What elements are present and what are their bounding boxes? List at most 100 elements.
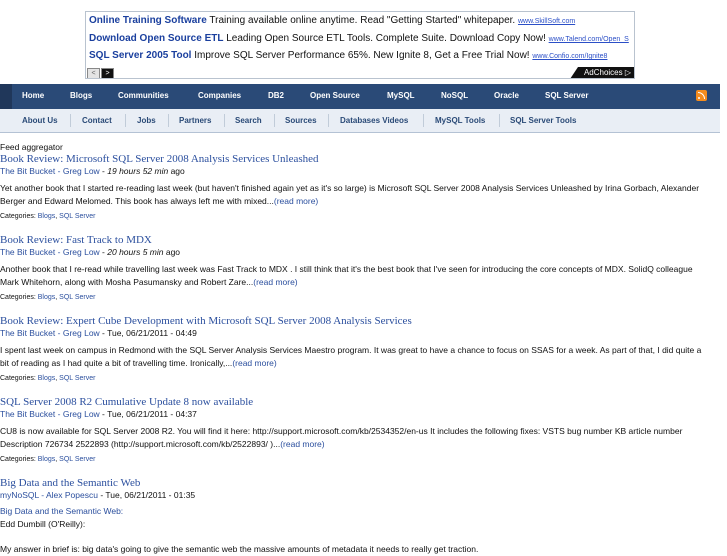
nav-separator (125, 114, 126, 127)
category-link[interactable]: SQL Server (59, 456, 95, 463)
nav-partners[interactable]: Partners (179, 109, 211, 132)
ad-pager: < > (87, 67, 115, 78)
feed-item: SQL Server 2008 R2 Cumulative Update 8 n… (0, 395, 720, 465)
ad-text: Training available online anytime. Read … (209, 15, 516, 26)
nav-separator (499, 114, 500, 127)
nav-companies[interactable]: Companies (198, 84, 241, 109)
post-meta: The Bit Bucket - Greg Low - Tue, 06/21/2… (0, 328, 720, 339)
post-author: Edd Dumbill (O'Reilly): (0, 519, 86, 529)
post-meta-separator: - (99, 328, 108, 338)
post-source[interactable]: The Bit Bucket - Greg Low (0, 247, 100, 257)
post-title[interactable]: Book Review: Microsoft SQL Server 2008 A… (0, 152, 720, 166)
post-meta: The Bit Bucket - Greg Low - Tue, 06/21/2… (0, 409, 720, 420)
post-body: CU8 is now available for SQL Server 2008… (0, 425, 712, 451)
ad-url[interactable]: www.Talend.com/Open_S (549, 36, 629, 43)
ad-title[interactable]: Download Open Source ETL (89, 33, 223, 44)
nav-search[interactable]: Search (235, 109, 262, 132)
post-categories: Categories: Blogs, SQL Server (0, 294, 96, 301)
ad-item[interactable]: Download Open Source ETL Leading Open So… (89, 33, 629, 44)
post-meta-separator: - (99, 409, 108, 419)
feed-item: Big Data and the Semantic Web myNoSQL - … (0, 476, 720, 556)
post-source[interactable]: The Bit Bucket - Greg Low (0, 328, 100, 338)
post-source-link[interactable]: Big Data and the Semantic Web: (0, 506, 123, 516)
nav-separator (70, 114, 71, 127)
category-link[interactable]: Blogs (38, 456, 56, 463)
post-excerpt: CU8 is now available for SQL Server 2008… (0, 426, 683, 449)
post-body: Another book that I re-read while travel… (0, 263, 712, 289)
ad-title[interactable]: Online Training Software (89, 15, 207, 26)
post-title[interactable]: Big Data and the Semantic Web (0, 476, 720, 490)
post-meta: The Bit Bucket - Greg Low - 20 hours 5 m… (0, 247, 720, 258)
adchoices-link[interactable]: AdChoices ▷ (570, 67, 634, 78)
post-time: Tue, 06/21/2011 - 04:49 (107, 328, 197, 338)
ad-url[interactable]: www.SkillSoft.com (518, 18, 575, 25)
category-link[interactable]: Blogs (38, 294, 56, 301)
category-link[interactable]: Blogs (38, 375, 56, 382)
ad-banner: Online Training Software Training availa… (85, 11, 635, 79)
categories-label: Categories: (0, 213, 38, 220)
nav-separator (274, 114, 275, 127)
post-title[interactable]: Book Review: Expert Cube Development wit… (0, 314, 720, 328)
category-link[interactable]: SQL Server (59, 375, 95, 382)
post-source[interactable]: The Bit Bucket - Greg Low (0, 166, 100, 176)
post-time-suffix: ago (168, 166, 185, 176)
nav-oracle[interactable]: Oracle (494, 84, 519, 109)
post-excerpt: Yet another book that I started re-readi… (0, 183, 700, 206)
nav-sql-server[interactable]: SQL Server (545, 84, 588, 109)
ad-text: Leading Open Source ETL Tools. Complete … (226, 33, 546, 44)
category-link[interactable]: SQL Server (59, 294, 95, 301)
nav-open-source[interactable]: Open Source (310, 84, 360, 109)
ad-title[interactable]: SQL Server 2005 Tool (89, 50, 191, 61)
ad-item[interactable]: Online Training Software Training availa… (89, 15, 575, 26)
ad-next-button[interactable]: > (101, 68, 114, 78)
nav-db2[interactable]: DB2 (268, 84, 284, 109)
nav-mysql-tools[interactable]: MySQL Tools (435, 109, 485, 132)
ad-text: Improve SQL Server Performance 65%. New … (194, 50, 530, 61)
post-time-suffix: ago (163, 247, 181, 257)
nav-contact[interactable]: Contact (82, 109, 112, 132)
read-more-link[interactable]: (read more) (274, 196, 318, 206)
post-categories: Categories: Blogs, SQL Server (0, 213, 96, 220)
post-title[interactable]: SQL Server 2008 R2 Cumulative Update 8 n… (0, 395, 720, 409)
nav-sources[interactable]: Sources (285, 109, 317, 132)
nav-separator (224, 114, 225, 127)
nav-home[interactable]: Home (22, 84, 44, 109)
post-time: Tue, 06/21/2011 - 01:35 (105, 490, 196, 500)
post-categories: Categories: Blogs, SQL Server (0, 375, 96, 382)
post-time: 19 hours 52 min (107, 166, 169, 176)
nav-separator (423, 114, 424, 127)
post-excerpt: I spent last week on campus in Redmond w… (0, 345, 702, 368)
ad-url[interactable]: www.Confio.com/Ignite8 (532, 53, 607, 60)
post-meta: myNoSQL - Alex Popescu - Tue, 06/21/2011… (0, 490, 720, 501)
ad-item[interactable]: SQL Server 2005 Tool Improve SQL Server … (89, 50, 607, 61)
nav-mysql[interactable]: MySQL (387, 84, 415, 109)
feed-item: Book Review: Expert Cube Development wit… (0, 314, 720, 384)
rss-icon[interactable] (696, 90, 707, 101)
nav-blogs[interactable]: Blogs (70, 84, 92, 109)
nav-nosql[interactable]: NoSQL (441, 84, 468, 109)
nav-communities[interactable]: Communities (118, 84, 169, 109)
nav-about-us[interactable]: About Us (22, 109, 58, 132)
ad-prev-button[interactable]: < (87, 68, 100, 78)
post-time: Tue, 06/21/2011 - 04:37 (107, 409, 197, 419)
secondary-nav: About Us Contact Jobs Partners Search So… (0, 109, 720, 133)
page-title: Feed aggregator (0, 142, 63, 152)
post-title[interactable]: Book Review: Fast Track to MDX (0, 233, 720, 247)
read-more-link[interactable]: (read more) (280, 439, 324, 449)
category-link[interactable]: SQL Server (59, 213, 95, 220)
categories-label: Categories: (0, 294, 38, 301)
post-source[interactable]: myNoSQL - Alex Popescu (0, 490, 98, 500)
nav-sql-server-tools[interactable]: SQL Server Tools (510, 109, 576, 132)
category-link[interactable]: Blogs (38, 213, 56, 220)
nav-databases-videos[interactable]: Databases Videos (340, 109, 408, 132)
nav-separator (328, 114, 329, 127)
feed-item: Book Review: Fast Track to MDX The Bit B… (0, 233, 720, 303)
read-more-link[interactable]: (read more) (253, 277, 297, 287)
categories-label: Categories: (0, 456, 38, 463)
read-more-link[interactable]: (read more) (232, 358, 276, 368)
nav-separator (168, 114, 169, 127)
nav-jobs[interactable]: Jobs (137, 109, 156, 132)
post-body: Yet another book that I started re-readi… (0, 182, 712, 208)
post-source[interactable]: The Bit Bucket - Greg Low (0, 409, 100, 419)
feed-item: Book Review: Microsoft SQL Server 2008 A… (0, 152, 720, 222)
